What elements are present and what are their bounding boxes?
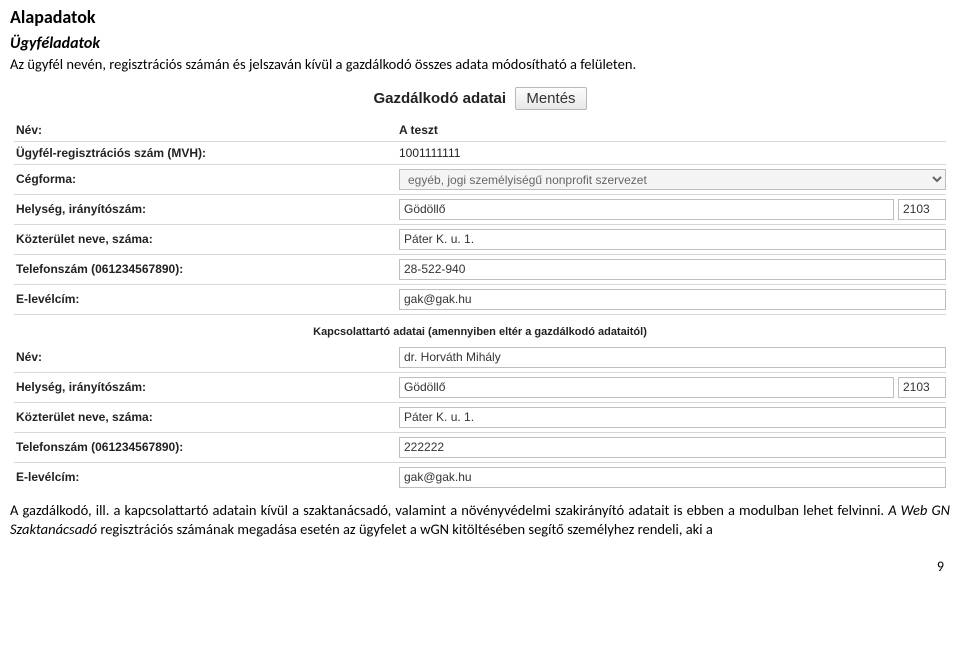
divider bbox=[14, 284, 946, 285]
divider bbox=[14, 432, 946, 433]
label-c-kozterulet: Közterület neve, száma: bbox=[14, 410, 399, 424]
outro-after: regisztrációs számának megadása esetén a… bbox=[97, 520, 713, 538]
c-helyseg-input[interactable] bbox=[399, 377, 894, 398]
label-c-nev: Név: bbox=[14, 350, 399, 364]
divider bbox=[14, 141, 946, 142]
label-email: E-levélcím: bbox=[14, 292, 399, 306]
divider bbox=[14, 254, 946, 255]
divider bbox=[14, 402, 946, 403]
divider bbox=[14, 372, 946, 373]
value-nev: A teszt bbox=[399, 123, 438, 137]
c-kozterulet-input[interactable] bbox=[399, 407, 946, 428]
divider bbox=[14, 462, 946, 463]
irsz-input[interactable] bbox=[898, 199, 946, 220]
label-c-telefon: Telefonszám (061234567890): bbox=[14, 440, 399, 454]
form-panel: Gazdálkodó adatai Mentés Név: A teszt Üg… bbox=[10, 81, 950, 491]
c-telefon-input[interactable] bbox=[399, 437, 946, 458]
c-irsz-input[interactable] bbox=[898, 377, 946, 398]
section-title: Alapadatok bbox=[10, 6, 950, 28]
cegforma-select[interactable]: egyéb, jogi személyiségű nonprofit szerv… bbox=[399, 169, 946, 190]
telefon-input[interactable] bbox=[399, 259, 946, 280]
save-button[interactable]: Mentés bbox=[515, 87, 586, 110]
outro-text: A gazdálkodó, ill. a kapcsolattartó adat… bbox=[10, 501, 950, 540]
label-cegforma: Cégforma: bbox=[14, 172, 399, 186]
divider bbox=[14, 194, 946, 195]
divider bbox=[14, 224, 946, 225]
c-email-input[interactable] bbox=[399, 467, 946, 488]
label-c-helyseg: Helység, irányítószám: bbox=[14, 380, 399, 394]
page-number: 9 bbox=[10, 558, 950, 575]
label-kozterulet: Közterület neve, száma: bbox=[14, 232, 399, 246]
helyseg-input[interactable] bbox=[399, 199, 894, 220]
intro-text: Az ügyfél nevén, regisztrációs számán és… bbox=[10, 55, 950, 75]
divider bbox=[14, 164, 946, 165]
label-helyseg: Helység, irányítószám: bbox=[14, 202, 399, 216]
c-nev-input[interactable] bbox=[399, 347, 946, 368]
kozterulet-input[interactable] bbox=[399, 229, 946, 250]
label-regszam: Ügyfél-regisztrációs szám (MVH): bbox=[14, 146, 399, 160]
subsection-title: Ügyféladatok bbox=[10, 34, 950, 53]
panel-header: Gazdálkodó adatai Mentés bbox=[10, 81, 950, 120]
label-nev: Név: bbox=[14, 123, 399, 137]
value-regszam: 1001111111 bbox=[399, 146, 460, 160]
label-telefon: Telefonszám (061234567890): bbox=[14, 262, 399, 276]
label-c-email: E-levélcím: bbox=[14, 470, 399, 484]
outro-before: A gazdálkodó, ill. a kapcsolattartó adat… bbox=[10, 501, 888, 519]
divider bbox=[14, 314, 946, 315]
contact-subheader: Kapcsolattartó adatai (amennyiben eltér … bbox=[10, 316, 950, 344]
panel-title: Gazdálkodó adatai bbox=[373, 90, 506, 107]
email-input[interactable] bbox=[399, 289, 946, 310]
